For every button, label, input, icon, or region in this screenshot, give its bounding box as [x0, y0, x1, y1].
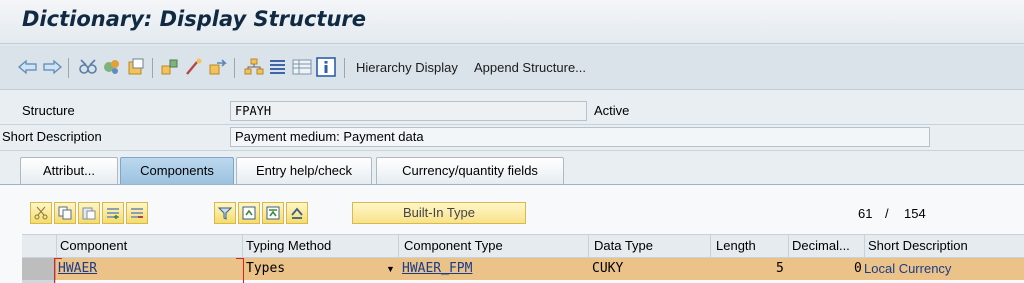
grid-header: Component Typing Method Component Type D…	[22, 234, 1024, 259]
navigation-window-icon[interactable]	[244, 57, 264, 77]
back-arrow-icon[interactable]	[18, 57, 38, 77]
column-header-component-type[interactable]: Component Type	[404, 238, 503, 253]
tab-label: Currency/quantity fields	[402, 163, 538, 178]
activate-icon[interactable]	[184, 57, 204, 77]
row-position-separator: /	[885, 206, 889, 221]
column-separator	[588, 235, 589, 259]
column-header-typing-method[interactable]: Typing Method	[246, 238, 331, 253]
tab-components[interactable]: Components	[120, 157, 234, 184]
divider	[0, 124, 1024, 125]
column-header-data-type[interactable]: Data Type	[594, 238, 653, 253]
column-separator	[788, 235, 789, 259]
where-used-icon[interactable]	[160, 57, 180, 77]
row-selector[interactable]	[22, 258, 56, 280]
delete-row-icon[interactable]	[126, 202, 148, 224]
dropdown-arrow-icon[interactable]: ▼	[386, 264, 395, 274]
list-icon[interactable]	[292, 57, 312, 77]
page-title: Dictionary: Display Structure	[22, 7, 367, 31]
application-toolbar: Hierarchy Display Append Structure...	[0, 46, 1024, 90]
cell-component-type[interactable]: HWAER_FPM	[402, 261, 472, 276]
focus-marker	[54, 258, 55, 283]
hierarchy-icon[interactable]	[268, 57, 288, 77]
top-of-list-icon[interactable]	[238, 202, 260, 224]
short-description-field[interactable]: Payment medium: Payment data	[230, 127, 930, 147]
check-icon[interactable]	[126, 57, 146, 77]
tab-label: Entry help/check	[255, 163, 353, 178]
column-header-length[interactable]: Length	[716, 238, 756, 253]
title-bar: Dictionary: Display Structure	[0, 0, 1024, 44]
page-up-icon[interactable]	[262, 202, 284, 224]
focus-marker	[243, 258, 244, 283]
tab-entry-help-check[interactable]: Entry help/check	[236, 157, 372, 184]
cell-decimals[interactable]: 0	[854, 261, 862, 276]
toolbar-separator	[344, 58, 345, 78]
tab-label: Attribut...	[42, 163, 96, 178]
paste-icon[interactable]	[78, 202, 100, 224]
column-separator	[56, 235, 57, 259]
tab-label: Components	[140, 163, 214, 178]
toolbar-separator	[68, 58, 69, 78]
cell-component[interactable]: HWAER	[58, 261, 97, 276]
column-header-component[interactable]: Component	[60, 238, 127, 253]
column-header-decimals[interactable]: Decimal...	[792, 238, 850, 253]
cell-typing-method[interactable]: Types	[246, 261, 285, 276]
divider	[0, 150, 1024, 151]
insert-row-icon[interactable]	[102, 202, 124, 224]
column-separator	[242, 235, 243, 259]
row-position-total: 154	[904, 206, 926, 221]
tab-attributes[interactable]: Attribut...	[20, 157, 118, 184]
column-header-short-description[interactable]: Short Description	[868, 238, 968, 253]
filter-icon[interactable]	[214, 202, 236, 224]
focus-marker	[54, 258, 62, 259]
column-separator	[398, 235, 399, 259]
status-text: Active	[594, 103, 630, 118]
cut-icon[interactable]	[30, 202, 52, 224]
table-row[interactable]: HWAER Types ▼ HWAER_FPM CUKY 5 0 Local C…	[56, 258, 1024, 280]
cell-short-description[interactable]: Local Currency	[864, 261, 951, 276]
cell-length[interactable]: 5	[776, 261, 784, 276]
page-down-icon[interactable]	[286, 202, 308, 224]
info-icon[interactable]	[316, 57, 336, 77]
display-change-icon[interactable]	[102, 57, 122, 77]
tab-currency-quantity-fields[interactable]: Currency/quantity fields	[376, 157, 564, 184]
hierarchy-display-button[interactable]: Hierarchy Display	[356, 60, 458, 75]
structure-field[interactable]: FPAYH	[230, 101, 587, 121]
append-structure-button[interactable]: Append Structure...	[474, 60, 586, 75]
structure-label: Structure	[22, 103, 75, 118]
row-position-current: 61	[858, 206, 873, 221]
tab-strip: Attribut... Components Entry help/check …	[0, 154, 1024, 184]
copy-icon[interactable]	[54, 202, 76, 224]
object-list-icon[interactable]	[208, 57, 228, 77]
built-in-type-button[interactable]: Built-In Type	[352, 202, 526, 224]
forward-arrow-icon[interactable]	[42, 57, 62, 77]
column-separator	[710, 235, 711, 259]
cell-data-type[interactable]: CUKY	[592, 261, 623, 276]
toolbar-separator	[234, 58, 235, 78]
short-description-label: Short Description	[2, 129, 102, 144]
other-object-icon[interactable]	[78, 57, 98, 77]
toolbar-separator	[152, 58, 153, 78]
column-separator	[864, 235, 865, 259]
